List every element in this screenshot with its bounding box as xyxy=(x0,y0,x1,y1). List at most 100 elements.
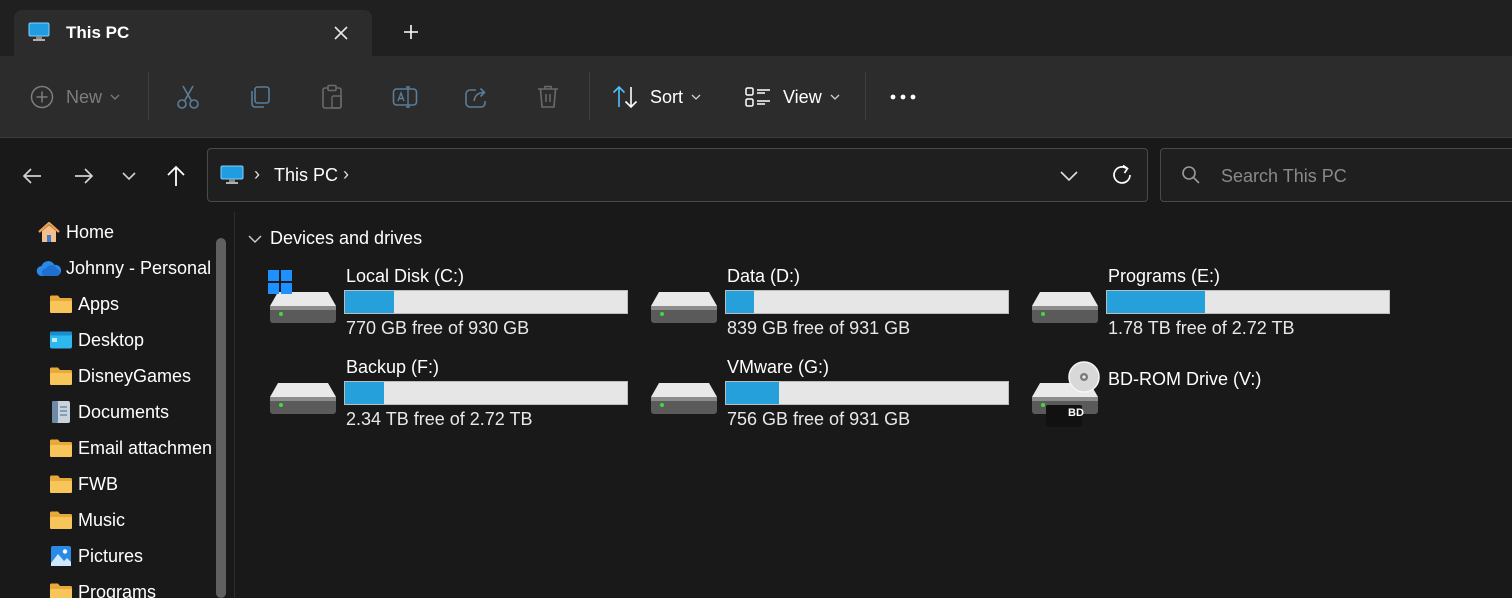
folder-icon xyxy=(48,436,74,460)
more-options-button[interactable] xyxy=(890,76,916,118)
tab-title: This PC xyxy=(66,23,130,42)
drive-tile-bd-rom[interactable]: BD BD-ROM Drive (V:) xyxy=(1030,353,1400,439)
drive-usage-bar xyxy=(725,290,1009,314)
sort-button[interactable]: Sort xyxy=(612,76,701,118)
group-label: Devices and drives xyxy=(270,228,423,248)
sort-arrows-icon xyxy=(612,85,638,109)
home-icon xyxy=(36,220,62,244)
folder-icon xyxy=(48,292,74,316)
address-history-chevron-icon[interactable] xyxy=(1056,163,1082,189)
drive-tile-e[interactable]: Programs (E:) 1.78 TB free of 2.72 TB xyxy=(1030,262,1400,348)
view-list-icon xyxy=(745,87,770,107)
sidebar-item-fwb[interactable]: FWB xyxy=(0,466,214,502)
breadcrumb-separator[interactable]: › xyxy=(254,164,260,185)
folder-icon xyxy=(48,472,74,496)
drive-tile-d[interactable]: Data (D:) 839 GB free of 931 GB xyxy=(649,262,1019,348)
documents-folder-icon xyxy=(48,400,74,424)
sidebar-item-email-attachments[interactable]: Email attachmen xyxy=(0,430,214,466)
back-button[interactable] xyxy=(16,160,48,192)
windows-drive-icon xyxy=(268,266,338,330)
drive-usage-bar xyxy=(344,290,628,314)
more-dots-icon xyxy=(890,94,916,100)
onedrive-cloud-icon xyxy=(36,256,62,280)
copy-button[interactable] xyxy=(248,76,272,118)
tab-this-pc[interactable]: This PC xyxy=(14,10,372,56)
sidebar-item-label: Apps xyxy=(78,293,120,314)
paste-button[interactable] xyxy=(320,76,344,118)
search-box[interactable] xyxy=(1160,148,1512,202)
sidebar-item-pictures[interactable]: Pictures xyxy=(0,538,214,574)
refresh-icon[interactable] xyxy=(1108,161,1136,189)
sidebar-item-desktop[interactable]: Desktop xyxy=(0,322,214,358)
forward-button[interactable] xyxy=(68,160,100,192)
sidebar-item-label: Home xyxy=(66,221,115,242)
delete-button[interactable] xyxy=(536,76,560,118)
sidebar-item-label: FWB xyxy=(78,473,118,494)
hard-drive-icon xyxy=(649,266,719,330)
pane-divider[interactable] xyxy=(234,212,235,598)
search-input[interactable] xyxy=(1221,161,1491,191)
view-label: View xyxy=(783,86,822,107)
share-icon xyxy=(465,87,486,108)
arrow-right-icon xyxy=(75,168,94,184)
clipboard-icon xyxy=(322,84,342,109)
sidebar-item-label: Music xyxy=(78,509,126,530)
drive-name: VMware (G:) xyxy=(727,357,830,377)
title-bar: This PC xyxy=(0,0,1512,56)
folder-icon xyxy=(48,508,74,532)
toolbar-separator xyxy=(148,72,149,120)
sidebar-item-label: Pictures xyxy=(78,545,144,566)
sidebar-item-documents[interactable]: Documents xyxy=(0,394,214,430)
sidebar-item-apps[interactable]: Apps xyxy=(0,286,214,322)
drive-free-space: 756 GB free of 931 GB xyxy=(727,409,911,429)
new-plus-circle-icon xyxy=(30,85,54,109)
folder-icon xyxy=(48,364,74,388)
chevron-down-icon xyxy=(691,94,701,100)
recent-locations-button[interactable] xyxy=(113,160,145,192)
bd-badge-text: BD xyxy=(1068,407,1084,419)
drive-usage-fill xyxy=(726,291,754,313)
breadcrumb-separator[interactable]: › xyxy=(343,164,349,185)
close-tab-icon[interactable] xyxy=(328,20,354,46)
view-button[interactable]: View xyxy=(745,76,840,118)
up-button[interactable] xyxy=(160,160,192,192)
sidebar-item-programs[interactable]: Programs xyxy=(0,574,214,598)
rename-button[interactable] xyxy=(392,76,418,118)
pictures-folder-icon xyxy=(48,544,74,568)
drive-tile-c[interactable]: Local Disk (C:) 770 GB free of 930 GB xyxy=(268,262,638,348)
cut-button[interactable] xyxy=(176,76,200,118)
sidebar-item-label: DisneyGames xyxy=(78,365,192,386)
drive-usage-bar xyxy=(1106,290,1390,314)
sidebar-item-disneygames[interactable]: DisneyGames xyxy=(0,358,214,394)
group-header-devices[interactable]: Devices and drives xyxy=(248,228,422,249)
sidebar-item-label: Documents xyxy=(78,401,170,422)
desktop-folder-icon xyxy=(48,328,74,352)
drive-tile-g[interactable]: VMware (G:) 756 GB free of 931 GB xyxy=(649,353,1019,439)
command-bar: New Sort View xyxy=(0,56,1512,138)
this-pc-icon xyxy=(220,165,244,185)
chevron-down-icon xyxy=(110,94,120,100)
toolbar-separator xyxy=(589,72,590,120)
drive-usage-fill xyxy=(345,382,385,404)
drive-name: Local Disk (C:) xyxy=(346,266,465,286)
rename-icon xyxy=(392,86,418,108)
sidebar-item-music[interactable]: Music xyxy=(0,502,214,538)
breadcrumb-this-pc[interactable]: This PC xyxy=(274,165,338,186)
drive-usage-bar xyxy=(725,381,1009,405)
sort-label: Sort xyxy=(650,86,684,107)
search-icon xyxy=(1181,165,1203,187)
sidebar-item-home[interactable]: Home xyxy=(0,214,214,250)
drive-free-space: 1.78 TB free of 2.72 TB xyxy=(1108,318,1295,338)
new-tab-plus-icon[interactable] xyxy=(398,19,424,45)
share-button[interactable] xyxy=(464,76,490,118)
sidebar-item-onedrive[interactable]: Johnny - Personal xyxy=(0,250,214,286)
drive-free-space: 839 GB free of 931 GB xyxy=(727,318,911,338)
chevron-down-icon xyxy=(248,235,262,243)
new-button[interactable]: New xyxy=(30,76,120,118)
sidebar-scrollbar-thumb[interactable] xyxy=(216,238,226,598)
address-bar[interactable]: › This PC › xyxy=(207,148,1148,202)
sidebar-item-label: Programs xyxy=(78,581,157,598)
scissors-icon xyxy=(177,85,199,109)
drive-usage-bar xyxy=(344,381,628,405)
drive-tile-f[interactable]: Backup (F:) 2.34 TB free of 2.72 TB xyxy=(268,353,638,439)
